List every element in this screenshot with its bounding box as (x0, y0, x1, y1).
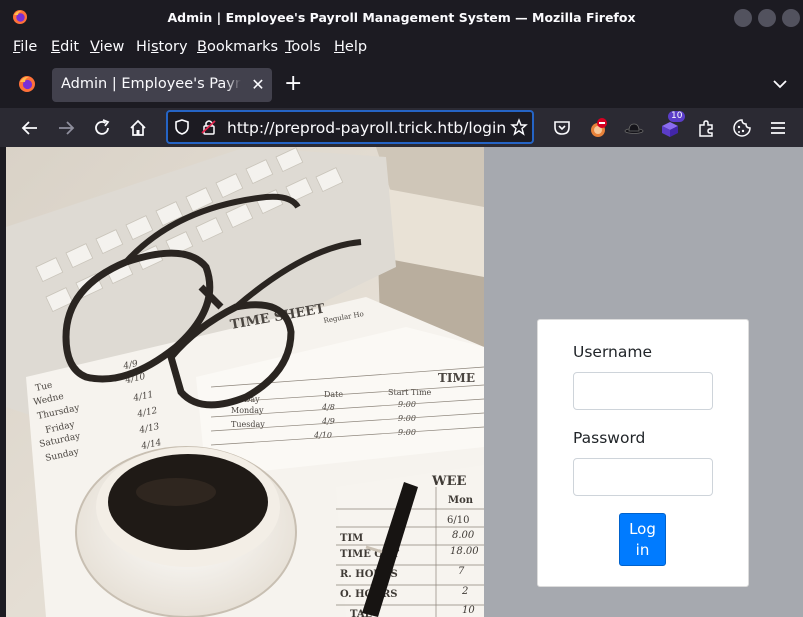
close-window-button[interactable] (782, 9, 800, 27)
pocket-icon[interactable] (551, 117, 573, 139)
svg-text:TIME: TIME (438, 371, 475, 385)
insecure-lock-icon[interactable] (200, 118, 218, 136)
firefox-view-icon[interactable] (18, 75, 36, 93)
home-icon[interactable] (127, 117, 149, 139)
login-button[interactable]: Log in (619, 513, 666, 566)
svg-text:8.00: 8.00 (452, 530, 475, 541)
menu-tools[interactable]: Tools (285, 39, 321, 55)
maximize-button[interactable] (758, 9, 776, 27)
url-text[interactable]: http://preprod-payroll.trick.htb/login.p… (227, 119, 507, 137)
hamburger-menu-icon[interactable] (767, 117, 789, 139)
svg-text:6/10: 6/10 (447, 515, 469, 526)
svg-text:4/9: 4/9 (321, 417, 335, 426)
office-desk-photo: TIME SHEET Regular Ho TIME Day Date Star… (6, 147, 484, 617)
svg-text:7: 7 (458, 566, 465, 577)
tabbar: Admin | Employee's Payroll Management Sy… (0, 62, 803, 108)
svg-text:2: 2 (461, 586, 468, 597)
username-input[interactable] (573, 372, 713, 410)
minimize-button[interactable] (734, 9, 752, 27)
menu-edit[interactable]: Edit (51, 39, 79, 55)
menu-help[interactable]: Help (334, 39, 367, 55)
window-titlebar: Admin | Employee's Payroll Management Sy… (0, 0, 803, 36)
window-title: Admin | Employee's Payroll Management Sy… (167, 10, 636, 25)
password-label: Password (573, 429, 646, 447)
extension-badge: 10 (668, 111, 686, 122)
close-icon[interactable]: ✕ (250, 75, 266, 94)
chevron-down-icon[interactable] (772, 76, 788, 92)
login-card: Username Password Log in (537, 319, 749, 587)
reload-icon[interactable] (91, 117, 113, 139)
menu-view[interactable]: View (90, 39, 124, 55)
username-label: Username (573, 343, 653, 361)
tab-admin-payroll[interactable]: Admin | Employee's Payroll Management Sy… (52, 68, 272, 102)
navigation-toolbar: http://preprod-payroll.trick.htb/login.p… (0, 108, 803, 147)
svg-text:18.00: 18.00 (450, 546, 479, 557)
menubar: File Edit View History Bookmarks Tools H… (0, 36, 803, 62)
svg-text:4/10: 4/10 (313, 431, 332, 440)
svg-text:TIM: TIM (340, 533, 363, 544)
foxyproxy-icon[interactable] (587, 117, 609, 139)
url-bar[interactable]: http://preprod-payroll.trick.htb/login.p… (166, 110, 534, 144)
menu-history[interactable]: History (136, 39, 188, 55)
svg-text:Start Time: Start Time (388, 388, 432, 397)
password-input[interactable] (573, 458, 713, 496)
cookie-hat-icon[interactable] (623, 117, 645, 139)
menu-bookmarks[interactable]: Bookmarks (197, 39, 278, 55)
tab-title: Admin | Employee's Payroll Management Sy… (61, 76, 241, 92)
cookie-icon[interactable] (731, 117, 753, 139)
svg-text:10: 10 (462, 605, 475, 616)
svg-text:Mon: Mon (448, 495, 474, 506)
page-content: TIME SHEET Regular Ho TIME Day Date Star… (6, 147, 803, 617)
menu-file[interactable]: File (13, 39, 37, 55)
bookmark-star-icon[interactable] (510, 118, 528, 136)
forward-arrow-icon[interactable] (55, 117, 77, 139)
extensions-puzzle-icon[interactable] (695, 117, 717, 139)
new-tab-button[interactable]: + (284, 73, 302, 95)
back-arrow-icon[interactable] (19, 117, 41, 139)
svg-text:4/8: 4/8 (321, 403, 335, 412)
shield-icon[interactable] (173, 118, 191, 136)
svg-text:WEE: WEE (431, 474, 467, 489)
